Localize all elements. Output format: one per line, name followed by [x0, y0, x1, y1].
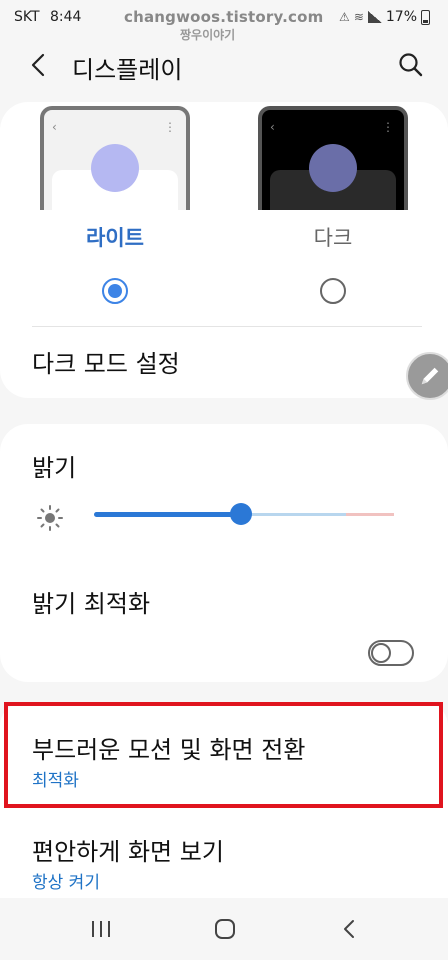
status-bar: SKT 8:44 changwoos.tistory.com 짱우이야기 ⚠ ≋… [0, 0, 448, 42]
eye-comfort-value: 항상 켜기 [32, 873, 100, 893]
signal-icon [367, 11, 382, 23]
navigation-bar [0, 898, 448, 960]
battery-level: 17% [385, 9, 417, 25]
status-time: 8:44 [50, 9, 82, 25]
highlight-box [4, 702, 443, 808]
status-left: SKT 8:44 [14, 9, 81, 25]
brightness-slider-thumb[interactable] [230, 503, 252, 525]
status-right: ⚠ ≋ 17% [339, 9, 430, 25]
brightness-card: 밝기 밝기 최적화 [0, 424, 448, 682]
app-header: 디스플레이 [0, 40, 448, 92]
mute-icon: ⚠ [339, 10, 350, 24]
sun-icon [37, 505, 63, 531]
back-icon[interactable] [22, 48, 56, 82]
slider-track-warm [346, 513, 394, 516]
toggle-knob [371, 643, 391, 663]
theme-card: ‹ ⋮ ‹ ⋮ 라이트 다크 다크 모드 설정 [0, 102, 448, 398]
carrier: SKT [14, 9, 40, 25]
adaptive-brightness-toggle[interactable] [368, 640, 414, 666]
preview-circle [309, 144, 357, 192]
search-icon[interactable] [396, 50, 426, 80]
watermark: changwoos.tistory.com [124, 8, 324, 26]
preview-more-icon: ⋮ [164, 120, 176, 134]
light-theme-preview[interactable]: ‹ ⋮ [40, 106, 190, 210]
slider-fill [94, 512, 241, 517]
preview-back-icon: ‹ [270, 120, 275, 134]
light-theme-label[interactable]: 라이트 [40, 222, 190, 252]
dark-mode-settings[interactable]: 다크 모드 설정 [32, 344, 180, 379]
nav-back-icon[interactable] [334, 916, 364, 942]
adaptive-brightness-label[interactable]: 밝기 최적화 [32, 584, 150, 619]
eye-comfort-label[interactable]: 편안하게 화면 보기 [32, 832, 224, 867]
preview-circle [91, 144, 139, 192]
dark-theme-preview[interactable]: ‹ ⋮ [258, 106, 408, 210]
slider-track [241, 513, 346, 516]
edit-icon[interactable] [406, 352, 448, 400]
dark-theme-radio[interactable] [320, 278, 346, 304]
recents-icon[interactable] [86, 916, 116, 942]
preview-more-icon: ⋮ [382, 120, 394, 134]
dark-theme-label[interactable]: 다크 [258, 222, 408, 252]
battery-icon [421, 9, 430, 25]
brightness-label: 밝기 [32, 454, 77, 482]
divider [32, 326, 422, 327]
preview-back-icon: ‹ [52, 120, 57, 134]
wifi-icon: ≋ [353, 10, 364, 24]
page-title: 디스플레이 [72, 56, 183, 84]
home-icon[interactable] [210, 916, 240, 942]
light-theme-radio[interactable] [102, 278, 128, 304]
